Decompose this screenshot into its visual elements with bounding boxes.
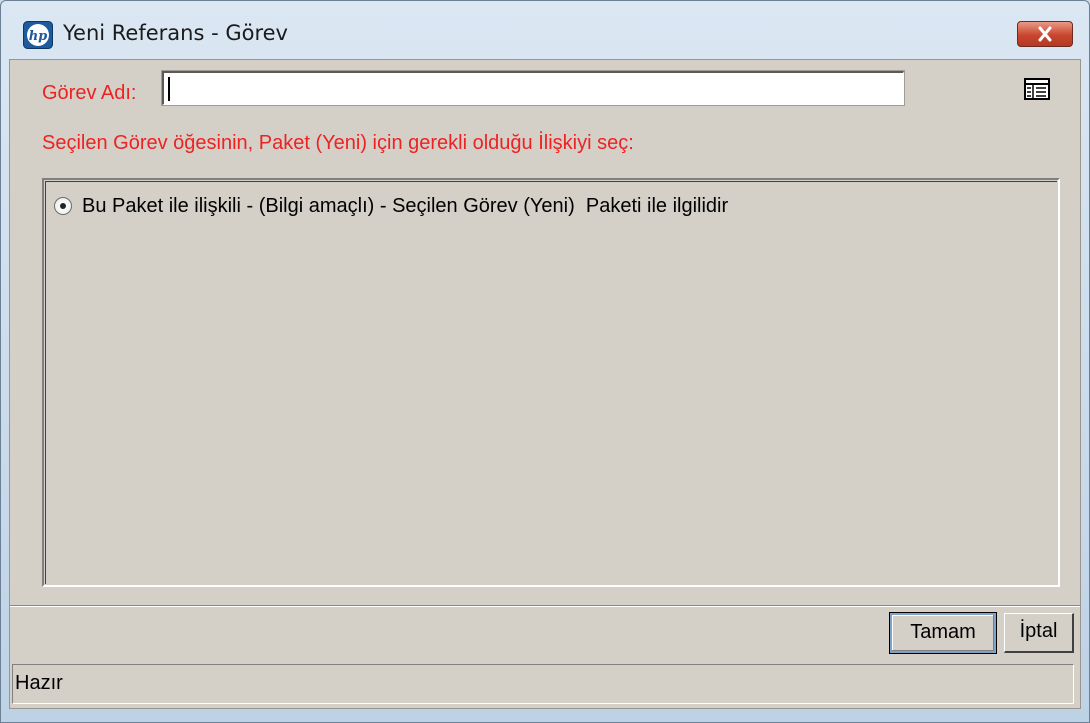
divider — [10, 605, 1080, 607]
relationship-options-list: Bu Paket ile ilişkili - (Bilgi amaçlı) -… — [45, 181, 1057, 584]
relationship-instruction: Seçilen Görev öğesinin, Paket (Yeni) içi… — [42, 132, 634, 154]
cancel-button[interactable]: İptal — [1004, 613, 1074, 653]
hp-logo-icon: hp — [23, 21, 53, 49]
relationship-radio[interactable] — [54, 197, 72, 215]
window-title: Yeni Referans - Görev — [63, 21, 288, 45]
dialog-window: hp Yeni Referans - Görev Görev Adı: Seçi… — [0, 0, 1090, 723]
status-bar: Hazır — [12, 664, 1074, 704]
relationship-option-label[interactable]: Bu Paket ile ilişkili - (Bilgi amaçlı) -… — [82, 195, 728, 218]
ok-button[interactable]: Tamam — [889, 612, 997, 654]
title-bar[interactable]: hp Yeni Referans - Görev — [1, 1, 1089, 59]
close-icon — [1018, 26, 1072, 50]
task-name-field[interactable] — [161, 70, 1050, 106]
list-lookup-icon[interactable] — [1024, 78, 1050, 100]
dialog-client-area: Görev Adı: Seçilen Görev öğesinin, Paket — [9, 59, 1081, 709]
status-text: Hazır — [15, 672, 63, 694]
close-button[interactable] — [1017, 21, 1073, 47]
svg-text:hp: hp — [29, 29, 48, 44]
relationship-options-panel: Bu Paket ile ilişkili - (Bilgi amaçlı) -… — [42, 178, 1060, 587]
radio-selected-dot — [60, 203, 66, 209]
task-name-label: Görev Adı: — [42, 82, 137, 104]
task-name-input[interactable] — [170, 75, 864, 103]
